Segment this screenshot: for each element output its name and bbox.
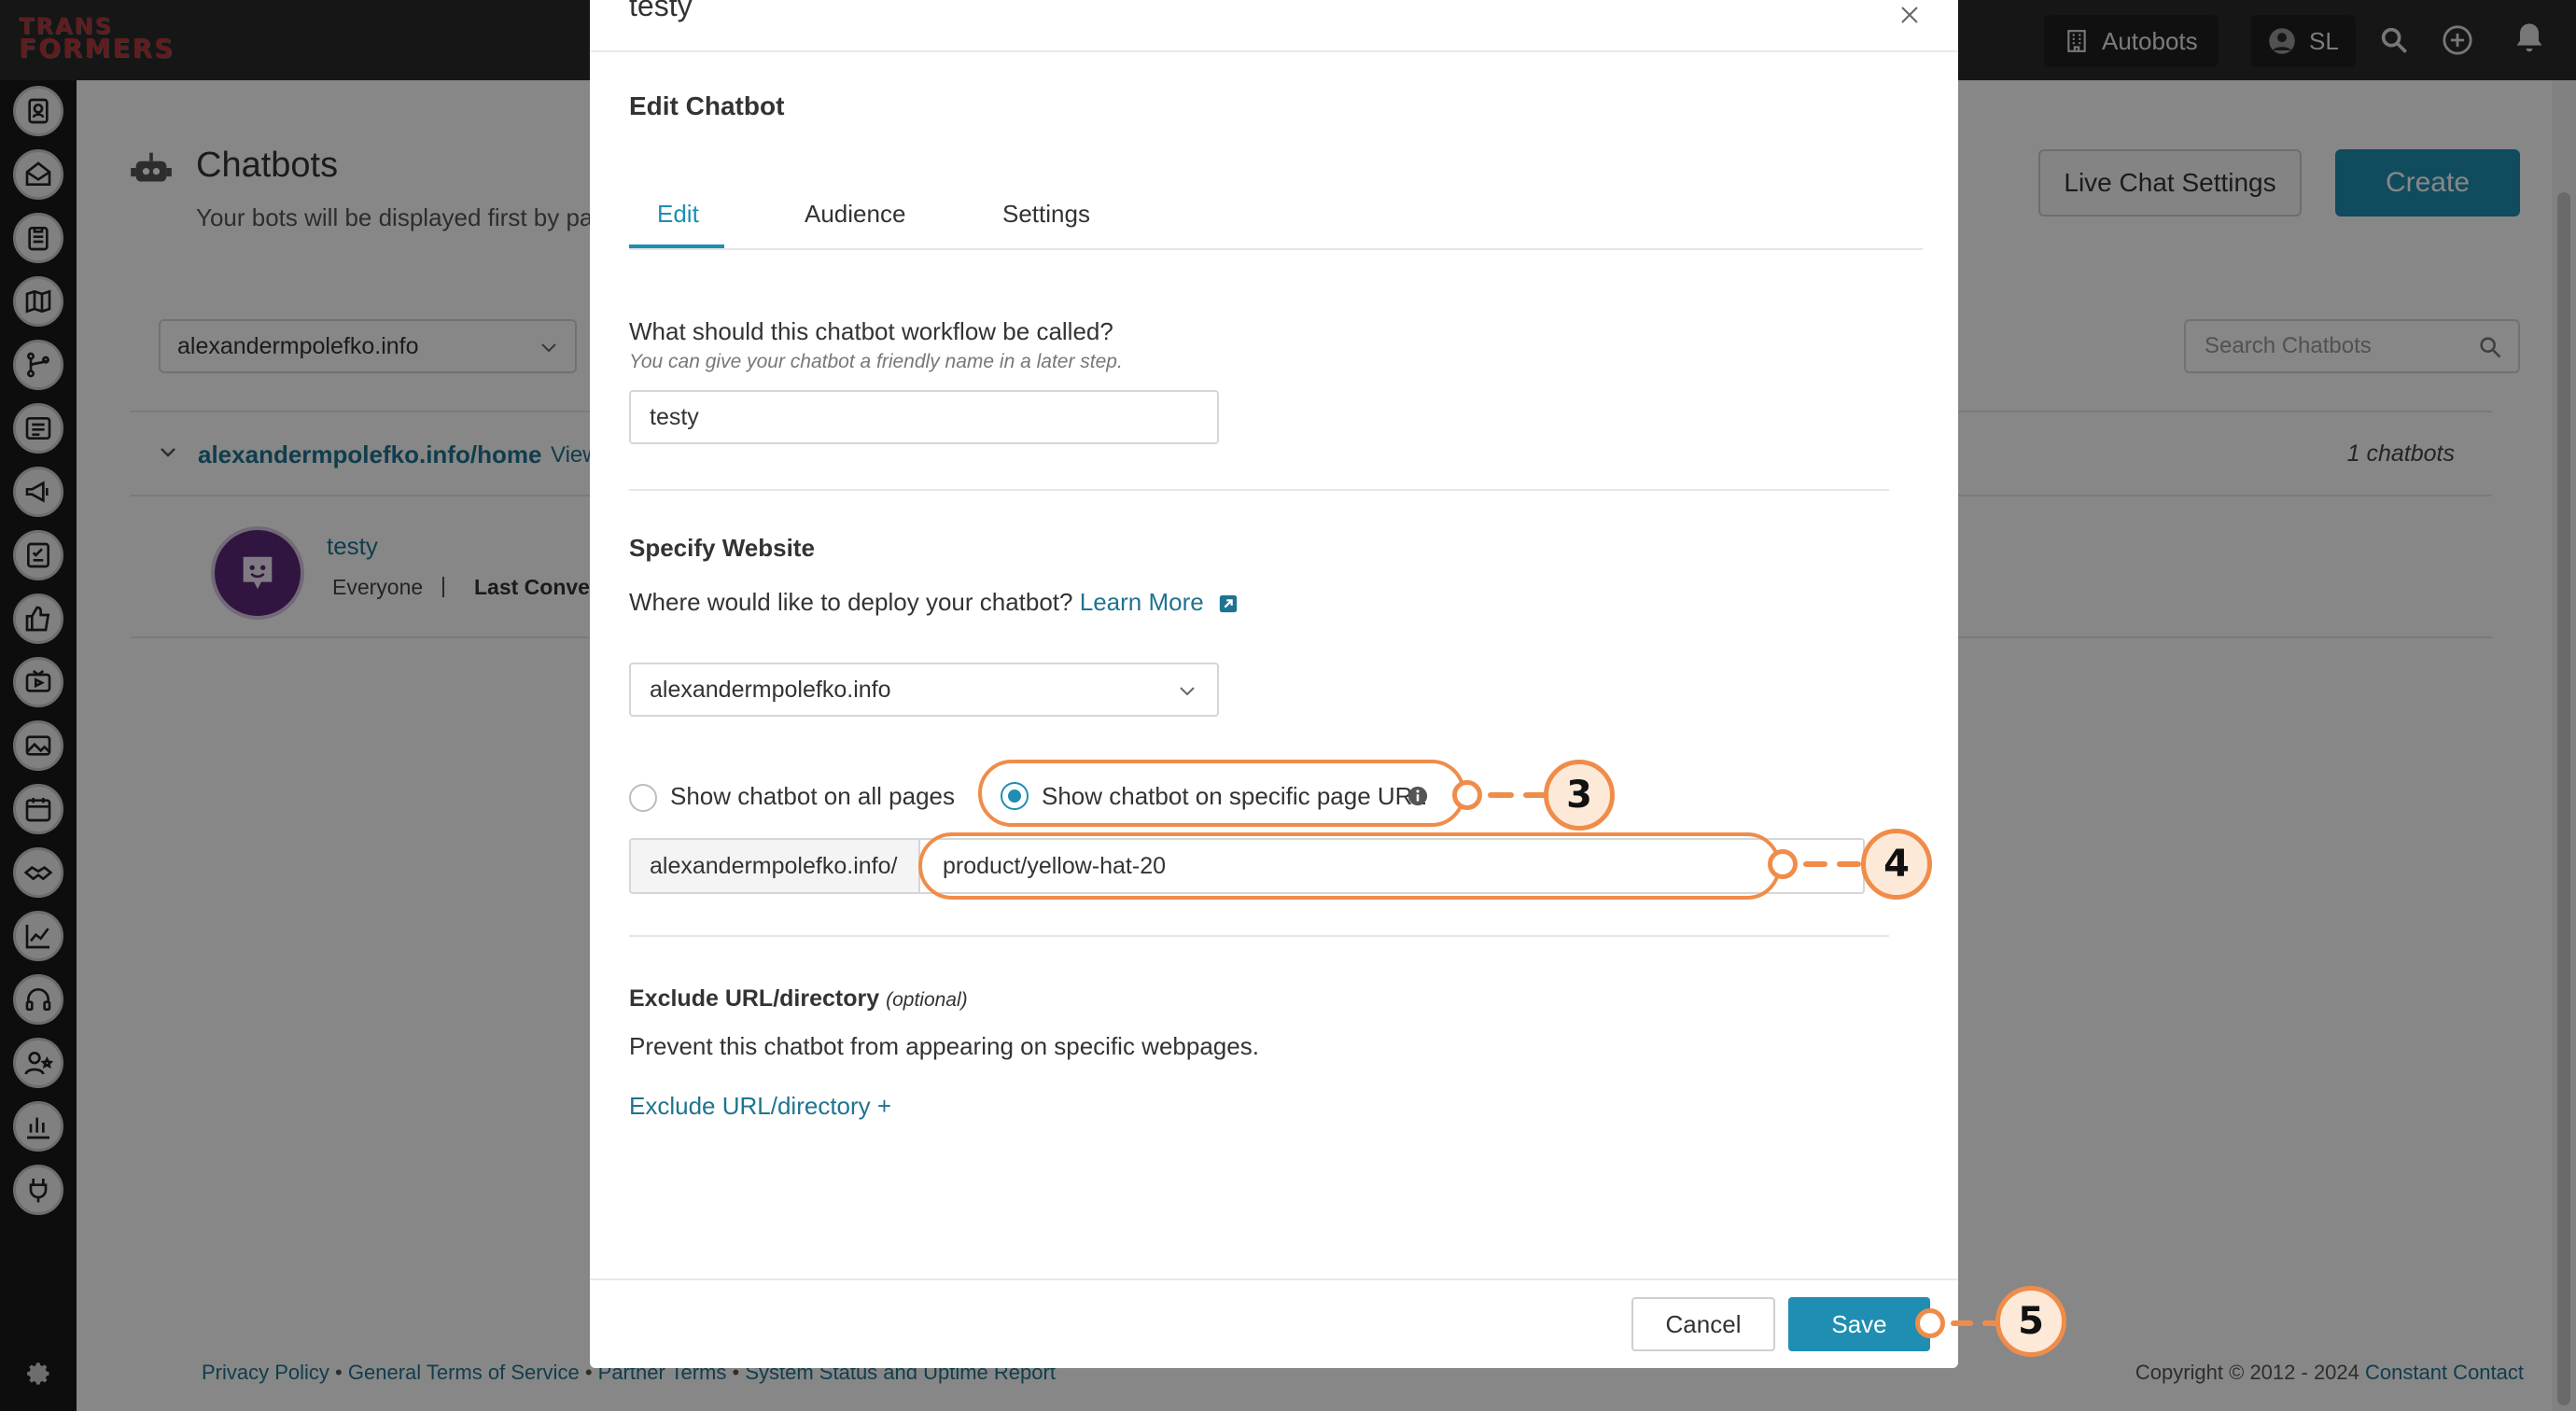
cancel-button[interactable]: Cancel — [1631, 1297, 1775, 1351]
callout-5-anchor — [1915, 1308, 1945, 1338]
specify-website-title: Specify Website — [629, 534, 815, 562]
website-select-value: alexandermpolefko.info — [650, 676, 891, 703]
deploy-question-text: Where would like to deploy your chatbot? — [629, 588, 1073, 616]
callout-4-highlight — [918, 832, 1781, 900]
radio-all-pages-label[interactable]: Show chatbot on all pages — [670, 782, 955, 811]
learn-more-link[interactable]: Learn More — [1080, 588, 1204, 616]
external-link-icon[interactable] — [1218, 594, 1239, 614]
exclude-url-title: Exclude URL/directory (optional) — [629, 985, 968, 1013]
save-button[interactable]: Save — [1788, 1297, 1930, 1351]
chevron-down-icon — [1180, 687, 1195, 696]
workflow-name-hint: You can give your chatbot a friendly nam… — [629, 351, 1123, 372]
exclude-url-description: Prevent this chatbot from appearing on s… — [629, 1032, 1259, 1060]
callout-3-anchor — [1452, 780, 1482, 810]
callout-4-badge: 4 — [1861, 829, 1932, 900]
modal-top-title: testy — [629, 0, 693, 22]
modal-tabs: Edit Audience Settings — [629, 177, 1923, 250]
workflow-name-input[interactable]: testy — [629, 390, 1219, 444]
radio-all-pages[interactable] — [629, 784, 657, 812]
modal-footer-divider — [590, 1278, 1958, 1280]
tab-audience[interactable]: Audience — [805, 200, 905, 229]
tab-settings[interactable]: Settings — [1002, 200, 1090, 229]
callout-5-connector — [1951, 1320, 1973, 1326]
optional-tag: (optional) — [886, 989, 968, 1011]
callout-3-highlight — [978, 760, 1465, 827]
exclude-url-title-text: Exclude URL/directory — [629, 985, 880, 1012]
edit-chatbot-modal: testy Edit Chatbot Edit Audience Setting… — [590, 0, 1958, 1368]
exclude-url-link[interactable]: Exclude URL/directory + — [629, 1092, 891, 1121]
section-divider — [629, 935, 1889, 937]
tab-edit[interactable]: Edit — [657, 200, 699, 229]
callout-4-connector — [1837, 861, 1861, 867]
url-prefix: alexandermpolefko.info/ — [629, 838, 920, 894]
callout-5-badge: 5 — [1995, 1286, 2066, 1357]
workflow-name-label: What should this chatbot workflow be cal… — [629, 317, 1113, 345]
active-tab-indicator — [629, 244, 724, 248]
section-divider — [629, 489, 1889, 491]
callout-3-badge: 3 — [1544, 760, 1615, 831]
modal-header-divider — [590, 50, 1958, 52]
website-select[interactable]: alexandermpolefko.info — [629, 663, 1219, 717]
modal-heading: Edit Chatbot — [629, 91, 785, 120]
callout-4-connector — [1803, 861, 1827, 867]
close-icon[interactable] — [1898, 4, 1921, 26]
callout-3-connector — [1488, 792, 1514, 798]
callout-4-anchor — [1768, 849, 1798, 879]
deploy-question: Where would like to deploy your chatbot?… — [629, 588, 1239, 617]
